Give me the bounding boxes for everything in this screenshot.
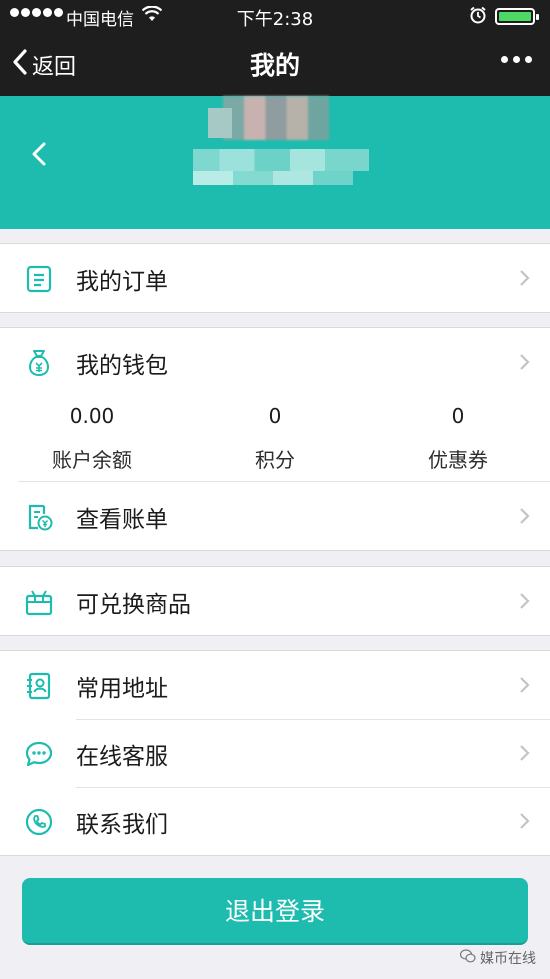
menu-item-contact[interactable]: 联系我们 bbox=[0, 787, 550, 855]
chevron-right-icon bbox=[519, 812, 530, 834]
bill-icon bbox=[24, 502, 54, 532]
menu-item-wallet[interactable]: 我的钱包 bbox=[0, 328, 550, 396]
menu-item-bill[interactable]: 查看账单 bbox=[0, 482, 550, 550]
chevron-right-icon bbox=[519, 744, 530, 766]
page-title: 我的 bbox=[249, 51, 300, 80]
watermark-text: 媒币在线 bbox=[480, 951, 536, 967]
menu-item-label: 常用地址 bbox=[76, 676, 168, 702]
stat-label: 积分 bbox=[255, 448, 295, 472]
stat-value: 0 bbox=[451, 404, 465, 428]
status-time: 下午2:38 bbox=[236, 9, 314, 30]
chevron-right-icon bbox=[519, 353, 530, 375]
stat-label: 账户余额 bbox=[52, 448, 132, 472]
wallet-stats: 0.00 账户余额 0 积分 0 优惠券 bbox=[0, 396, 550, 482]
chevron-right-icon bbox=[519, 507, 530, 529]
stat-value: 0 bbox=[268, 404, 282, 428]
chat-bubble-icon bbox=[24, 739, 54, 769]
more-options-button[interactable] bbox=[501, 56, 532, 63]
phone-icon bbox=[24, 807, 54, 837]
stat-label: 优惠券 bbox=[428, 448, 488, 472]
stat-points[interactable]: 0 积分 bbox=[185, 396, 365, 473]
avatar[interactable] bbox=[223, 96, 329, 140]
menu-item-address[interactable]: 常用地址 bbox=[0, 651, 550, 719]
menu-item-label: 联系我们 bbox=[76, 812, 168, 838]
profile-header bbox=[0, 96, 550, 229]
battery-icon bbox=[495, 8, 539, 25]
wechat-icon bbox=[459, 949, 476, 967]
gift-box-icon bbox=[24, 587, 54, 617]
chevron-right-icon bbox=[519, 592, 530, 614]
chevron-left-icon[interactable] bbox=[30, 140, 48, 172]
menu-item-label: 在线客服 bbox=[76, 744, 168, 770]
menu-item-redeem[interactable]: 可兑换商品 bbox=[0, 567, 550, 635]
redeem-group: 可兑换商品 bbox=[0, 566, 550, 636]
logout-button[interactable]: 退出登录 bbox=[22, 878, 528, 945]
stat-value: 0.00 bbox=[69, 404, 115, 428]
alarm-icon bbox=[469, 6, 487, 29]
navigation-bar: 返回 我的 bbox=[0, 32, 550, 96]
support-group: 常用地址 在线客服 联系我们 bbox=[0, 650, 550, 856]
menu-item-service[interactable]: 在线客服 bbox=[0, 719, 550, 787]
wallet-group: 我的钱包 0.00 账户余额 0 积分 0 优惠券 查看账单 bbox=[0, 327, 550, 551]
status-bar: 中国电信 下午2:38 bbox=[0, 0, 550, 32]
chevron-right-icon bbox=[519, 676, 530, 698]
money-bag-icon bbox=[24, 348, 54, 378]
stat-coupons[interactable]: 0 优惠券 bbox=[368, 396, 548, 473]
order-list-icon bbox=[24, 264, 54, 294]
user-info-blurred bbox=[193, 171, 353, 185]
menu-item-label: 我的钱包 bbox=[76, 353, 168, 379]
menu-item-label: 可兑换商品 bbox=[76, 592, 191, 618]
address-book-icon bbox=[24, 671, 54, 701]
watermark: 媒币在线 bbox=[459, 948, 536, 968]
user-name-blurred bbox=[193, 149, 369, 171]
chevron-right-icon bbox=[519, 269, 530, 291]
menu-item-label: 我的订单 bbox=[76, 269, 168, 295]
orders-group: 我的订单 bbox=[0, 243, 550, 313]
menu-item-orders[interactable]: 我的订单 bbox=[0, 244, 550, 312]
menu-item-label: 查看账单 bbox=[76, 507, 168, 533]
stat-balance[interactable]: 0.00 账户余额 bbox=[2, 396, 182, 473]
avatar-blur-fragment bbox=[208, 108, 232, 138]
